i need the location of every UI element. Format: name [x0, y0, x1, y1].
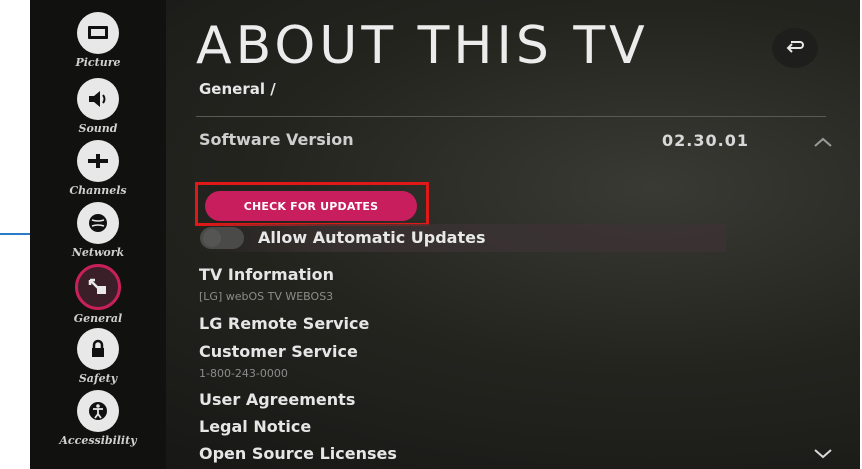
software-version-label[interactable]: Software Version	[199, 130, 354, 149]
tv-screen: Picture Sound Channels Network General S…	[30, 0, 860, 469]
menu-item-lg-remote-service[interactable]: LG Remote Service	[199, 314, 369, 333]
highlight-box	[195, 182, 429, 226]
picture-icon	[77, 12, 119, 54]
general-settings-icon	[75, 264, 121, 310]
toggle-knob	[203, 229, 221, 247]
sidebar-item-channels[interactable]: Channels	[30, 140, 166, 197]
chevron-up-icon[interactable]	[814, 132, 832, 151]
chevron-down-icon[interactable]	[814, 444, 832, 463]
sidebar-item-sound[interactable]: Sound	[30, 78, 166, 135]
sidebar-item-label: Safety	[78, 372, 118, 385]
settings-sidebar: Picture Sound Channels Network General S…	[30, 0, 166, 469]
auto-updates-label: Allow Automatic Updates	[258, 228, 486, 247]
menu-item-legal-notice[interactable]: Legal Notice	[199, 417, 311, 436]
sidebar-item-network[interactable]: Network	[30, 202, 166, 259]
sidebar-item-accessibility[interactable]: Accessibility	[30, 390, 166, 447]
sidebar-item-label: Sound	[78, 122, 118, 135]
sidebar-item-safety[interactable]: Safety	[30, 328, 166, 385]
globe-icon	[77, 202, 119, 244]
menu-item-tv-information[interactable]: TV Information	[199, 265, 334, 284]
sidebar-item-label: Channels	[69, 184, 127, 197]
accessibility-icon	[77, 390, 119, 432]
antenna-icon	[77, 140, 119, 182]
menu-item-user-agreements[interactable]: User Agreements	[199, 390, 355, 409]
menu-item-customer-service[interactable]: Customer Service	[199, 342, 358, 361]
sidebar-item-picture[interactable]: Picture	[30, 12, 166, 69]
auto-updates-toggle[interactable]	[200, 227, 244, 249]
speaker-icon	[77, 78, 119, 120]
lock-icon	[77, 328, 119, 370]
customer-service-phone: 1-800-243-0000	[199, 367, 288, 380]
header-divider	[196, 116, 826, 117]
tv-information-value: [LG] webOS TV WEBOS3	[199, 290, 334, 303]
sidebar-item-label: Accessibility	[59, 434, 137, 447]
sidebar-item-label: Network	[71, 246, 125, 259]
sidebar-item-label: Picture	[75, 56, 121, 69]
sidebar-item-general[interactable]: General	[30, 264, 166, 325]
menu-item-open-source-licenses[interactable]: Open Source Licenses	[199, 444, 397, 463]
sidebar-item-label: General	[73, 312, 123, 325]
back-arrow-icon	[785, 39, 805, 58]
back-button[interactable]	[772, 28, 818, 68]
software-version-value: 02.30.01	[662, 131, 749, 150]
page-title: ABOUT THIS TV	[196, 16, 649, 76]
breadcrumb: General /	[199, 80, 276, 98]
